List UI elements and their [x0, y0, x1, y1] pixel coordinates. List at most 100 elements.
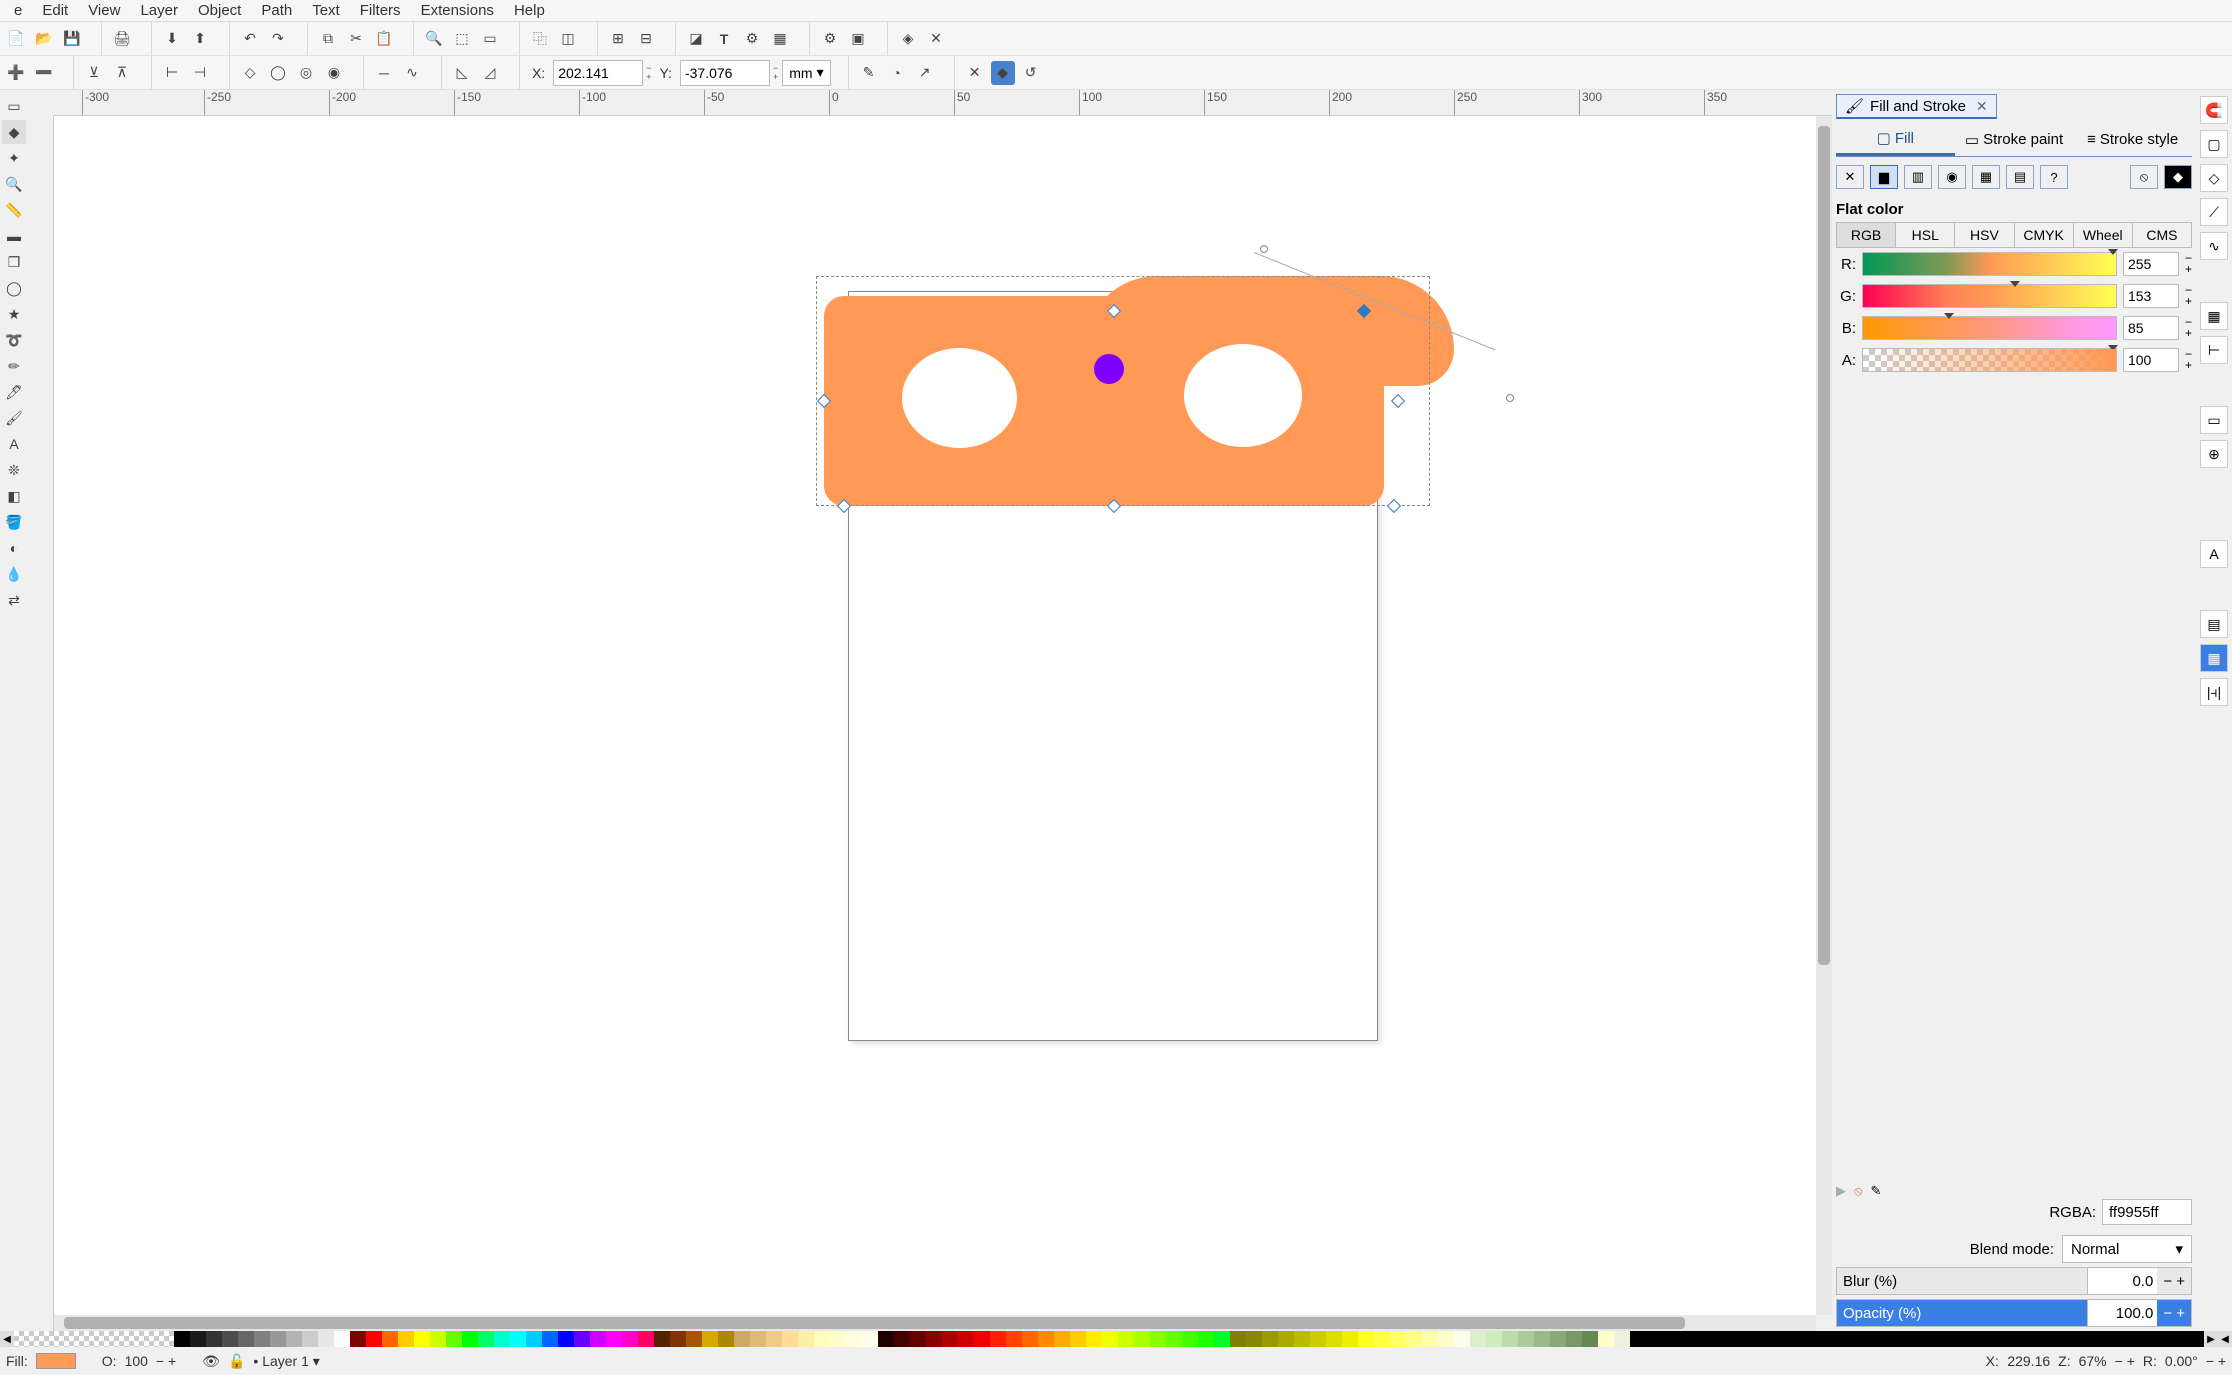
tweak-tool-icon[interactable]: ✦: [2, 146, 26, 170]
palette-swatch[interactable]: [494, 1331, 510, 1347]
zoom-page-icon[interactable]: ▭: [478, 27, 502, 51]
palette-swatch[interactable]: [1166, 1331, 1182, 1347]
eyedropper-icon[interactable]: ✎: [1870, 1183, 1881, 1199]
close-icon[interactable]: ✕: [1976, 98, 1988, 115]
blur-slider[interactable]: Blur (%) 0.0 − +: [1836, 1267, 2192, 1295]
panel-tab-fill-stroke[interactable]: 🖌 Fill and Stroke ✕: [1836, 94, 1997, 119]
node-control-point[interactable]: [1260, 245, 1268, 253]
snap-path-icon[interactable]: ⟋: [2200, 198, 2228, 226]
menu-path[interactable]: Path: [251, 0, 302, 21]
palette-swatch[interactable]: [1150, 1331, 1166, 1347]
import-icon[interactable]: ⬇: [160, 27, 184, 51]
palette-swatch[interactable]: [398, 1331, 414, 1347]
pick-prev-icon[interactable]: ▶: [1836, 1183, 1846, 1199]
snap-text-icon[interactable]: A: [2200, 540, 2228, 568]
palette-swatch[interactable]: [1470, 1331, 1486, 1347]
stroke-to-path-icon[interactable]: ◿: [478, 61, 502, 85]
palette-swatch[interactable]: [878, 1331, 894, 1347]
palette-swatch[interactable]: [238, 1331, 254, 1347]
palette-swatch[interactable]: [430, 1331, 446, 1347]
eraser-tool-icon[interactable]: ◧: [2, 484, 26, 508]
h-scrollbar[interactable]: [54, 1315, 1816, 1331]
clip-edit-icon[interactable]: ✎: [857, 61, 881, 85]
menu-object[interactable]: Object: [188, 0, 251, 21]
palette-swatch[interactable]: [942, 1331, 958, 1347]
node-insert-icon[interactable]: ➕: [4, 61, 28, 85]
palette-swatch[interactable]: [1374, 1331, 1390, 1347]
opacity-spinner[interactable]: − +: [156, 1353, 176, 1369]
palette-swatch[interactable]: [606, 1331, 622, 1347]
palette-swatch[interactable]: [1326, 1331, 1342, 1347]
new-icon[interactable]: 📄: [4, 27, 28, 51]
palette-swatch[interactable]: [750, 1331, 766, 1347]
layer-visible-icon[interactable]: 👁: [202, 1353, 220, 1370]
paint-unknown-icon[interactable]: ?: [2040, 165, 2068, 189]
tab-cmyk[interactable]: CMYK: [2015, 223, 2074, 247]
palette-swatch[interactable]: [1198, 1331, 1214, 1347]
palette-swatch[interactable]: [542, 1331, 558, 1347]
palette-swatch[interactable]: [798, 1331, 814, 1347]
next-path-icon[interactable]: ↗: [913, 61, 937, 85]
palette-swatch[interactable]: [574, 1331, 590, 1347]
seg-curve-icon[interactable]: ∿: [400, 61, 424, 85]
snap-bbox-icon[interactable]: ▢: [2200, 130, 2228, 158]
spray-tool-icon[interactable]: ❊: [2, 458, 26, 482]
opacity-slider[interactable]: Opacity (%) 100.0 − +: [1836, 1299, 2192, 1327]
palette-swatch[interactable]: [462, 1331, 478, 1347]
palette-swatch[interactable]: [1022, 1331, 1038, 1347]
menu-layer[interactable]: Layer: [130, 0, 188, 21]
layer-select[interactable]: • Layer 1 ▾: [253, 1353, 319, 1370]
dropper-tool-icon[interactable]: 💧: [2, 562, 26, 586]
node-delseg-icon[interactable]: ⊣: [188, 61, 212, 85]
spiral-tool-icon[interactable]: ➰: [2, 328, 26, 352]
palette-swatch[interactable]: [894, 1331, 910, 1347]
palette-swatch[interactable]: [1310, 1331, 1326, 1347]
group-icon[interactable]: ⊞: [606, 27, 630, 51]
tab-cms[interactable]: CMS: [2133, 223, 2191, 247]
palette-swatch[interactable]: [782, 1331, 798, 1347]
ungroup-icon[interactable]: ⊟: [634, 27, 658, 51]
palette-swatch[interactable]: [814, 1331, 830, 1347]
menu-view[interactable]: View: [78, 0, 130, 21]
palette-swatch[interactable]: [334, 1331, 350, 1347]
g-value[interactable]: 153: [2123, 284, 2179, 308]
node-joinseg-icon[interactable]: ⊢: [160, 61, 184, 85]
palette-swatch[interactable]: [366, 1331, 382, 1347]
palette-right-icon[interactable]: ▶: [2204, 1331, 2218, 1347]
tab-stroke-style[interactable]: ≡Stroke style: [2073, 123, 2192, 156]
menu-edit[interactable]: Edit: [32, 0, 78, 21]
zoom-sel-icon[interactable]: 🔍: [422, 27, 446, 51]
palette-swatch[interactable]: [974, 1331, 990, 1347]
palette-swatch[interactable]: [1582, 1331, 1598, 1347]
node-control-point[interactable]: [1506, 394, 1514, 402]
palette-swatch[interactable]: [382, 1331, 398, 1347]
pencil-tool-icon[interactable]: ✏: [2, 354, 26, 378]
palette-swatch[interactable]: [1566, 1331, 1582, 1347]
zoom-tool-icon[interactable]: 🔍: [2, 172, 26, 196]
fill-swatch[interactable]: [36, 1353, 76, 1369]
print-icon[interactable]: 🖨: [110, 27, 134, 51]
clone-icon[interactable]: ◫: [556, 27, 580, 51]
prefs-icon[interactable]: ⚙: [818, 27, 842, 51]
bezier-tool-icon[interactable]: 🖊: [2, 380, 26, 404]
palette-swatch[interactable]: [350, 1331, 366, 1347]
y-spinner[interactable]: −+: [773, 64, 778, 82]
g-spinner[interactable]: −+: [2185, 285, 2192, 307]
palette-swatch[interactable]: [174, 1331, 190, 1347]
fillstroke-icon[interactable]: ◪: [684, 27, 708, 51]
icon-a[interactable]: ◈: [896, 27, 920, 51]
export-icon[interactable]: ⬆: [188, 27, 212, 51]
blur-value[interactable]: 0.0: [2087, 1268, 2157, 1294]
palette-swatch[interactable]: [846, 1331, 862, 1347]
xml-icon[interactable]: ⚙: [740, 27, 764, 51]
paint-current-icon[interactable]: ◆: [2164, 165, 2192, 189]
a-slider[interactable]: [1862, 348, 2117, 372]
swatches-icon[interactable]: ▦: [2200, 644, 2228, 672]
palette-swatch[interactable]: [670, 1331, 686, 1347]
node-join-icon[interactable]: ⊼: [110, 61, 134, 85]
b-value[interactable]: 85: [2123, 316, 2179, 340]
palette-swatch[interactable]: [190, 1331, 206, 1347]
palette-swatch[interactable]: [1230, 1331, 1246, 1347]
canvas[interactable]: [54, 116, 1816, 1315]
palette-swatch[interactable]: [686, 1331, 702, 1347]
